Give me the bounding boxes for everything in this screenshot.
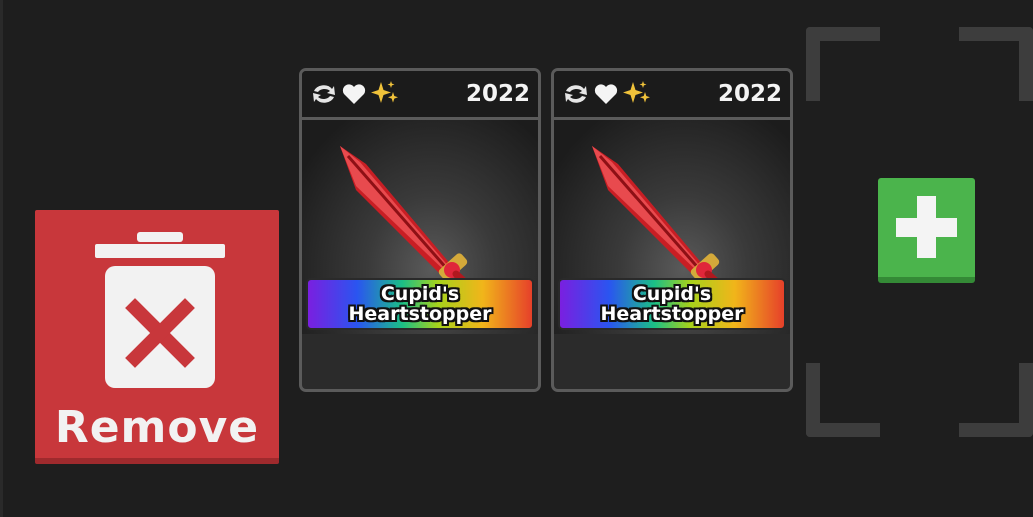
- item-name: Cupid's Heartstopper: [601, 284, 744, 324]
- remove-label: Remove: [54, 402, 260, 453]
- item-name-line2: Heartstopper: [348, 303, 492, 325]
- swap-icon: [313, 85, 335, 103]
- trash-x-icon: [95, 232, 225, 388]
- slot-corner-bottom-right: [959, 363, 1033, 437]
- slot-corner-top-left: [806, 27, 880, 101]
- sparkles-icon: [371, 81, 398, 103]
- year-label: 2022: [465, 81, 530, 107]
- card-header: 2022: [302, 71, 538, 120]
- year-label: 2022: [717, 81, 782, 107]
- slot-corner-bottom-left: [806, 363, 880, 437]
- badge-row: [562, 79, 652, 109]
- heart-icon: [342, 84, 366, 104]
- item-name-line1: Cupid's: [380, 283, 460, 305]
- item-name-line2: Heartstopper: [600, 303, 744, 325]
- swap-icon: [565, 85, 587, 103]
- item-card[interactable]: 2022 Cupid's Heartstopper: [299, 68, 541, 392]
- slot-corner-top-right: [959, 27, 1033, 101]
- item-name-line1: Cupid's: [632, 283, 712, 305]
- item-card[interactable]: 2022 Cupid's Heartstopper: [551, 68, 793, 392]
- badge-row: [310, 79, 400, 109]
- remove-button[interactable]: Remove: [35, 210, 279, 464]
- add-button[interactable]: [878, 178, 975, 283]
- item-artwork: Cupid's Heartstopper: [554, 120, 790, 334]
- item-name: Cupid's Heartstopper: [349, 284, 492, 324]
- sparkles-icon: [623, 81, 650, 103]
- left-edge-divider: [0, 0, 3, 517]
- item-name-bar: Cupid's Heartstopper: [306, 278, 534, 330]
- item-name-bar: Cupid's Heartstopper: [558, 278, 786, 330]
- card-header: 2022: [554, 71, 790, 120]
- heart-icon: [594, 84, 618, 104]
- plus-icon-bar: [896, 218, 957, 237]
- item-artwork: Cupid's Heartstopper: [302, 120, 538, 334]
